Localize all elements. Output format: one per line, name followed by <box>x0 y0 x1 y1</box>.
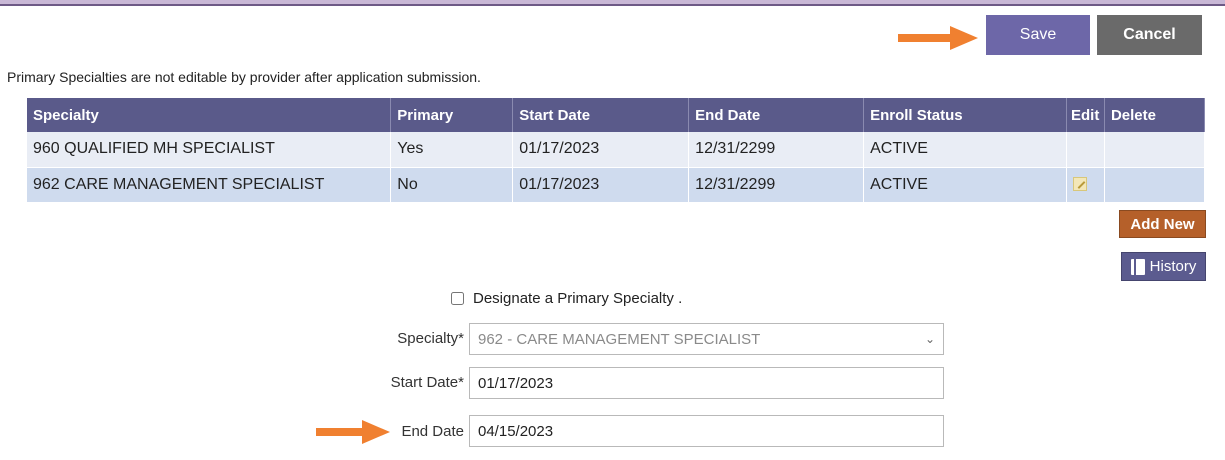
specialty-table: Specialty Primary Start Date End Date En… <box>27 98 1206 203</box>
cell-primary: No <box>390 167 514 203</box>
start-date-label: Start Date* <box>390 374 464 391</box>
cell-edit <box>1066 132 1105 168</box>
column-header-edit: Edit <box>1066 98 1105 132</box>
history-button[interactable]: History <box>1121 252 1206 281</box>
chevron-down-icon: ⌄ <box>924 332 935 346</box>
cell-start-date: 01/17/2023 <box>512 167 690 203</box>
cell-delete <box>1104 132 1206 168</box>
specialty-label: Specialty* <box>397 330 464 347</box>
arrow-right-icon <box>898 26 978 50</box>
cell-start-date: 01/17/2023 <box>512 132 690 168</box>
designate-primary-option[interactable]: Designate a Primary Specialty . <box>451 290 682 307</box>
cell-primary: Yes <box>390 132 514 168</box>
specialty-select-value: 962 - CARE MANAGEMENT SPECIALIST <box>478 330 761 348</box>
table-row: 960 QUALIFIED MH SPECIALIST Yes 01/17/20… <box>27 132 1206 168</box>
column-header-primary: Primary <box>390 98 514 132</box>
column-header-enroll-status: Enroll Status <box>863 98 1067 132</box>
cell-end-date: 12/31/2299 <box>688 132 865 168</box>
column-header-delete: Delete <box>1104 98 1206 132</box>
cell-enroll-status: ACTIVE <box>863 167 1067 203</box>
cell-specialty: 962 CARE MANAGEMENT SPECIALIST <box>27 167 392 203</box>
designate-primary-label: Designate a Primary Specialty . <box>473 290 683 307</box>
top-bar <box>0 0 1225 6</box>
table-row: 962 CARE MANAGEMENT SPECIALIST No 01/17/… <box>27 167 1206 203</box>
cell-delete <box>1104 167 1206 203</box>
end-date-label: End Date <box>401 423 464 440</box>
book-icon <box>1130 258 1145 275</box>
table-header-row: Specialty Primary Start Date End Date En… <box>27 98 1206 132</box>
column-header-start-date: Start Date <box>512 98 690 132</box>
cell-edit <box>1066 167 1105 203</box>
cancel-button[interactable]: Cancel <box>1097 15 1202 55</box>
start-date-input[interactable] <box>469 367 944 399</box>
edit-icon[interactable] <box>1072 177 1087 191</box>
designate-primary-checkbox[interactable] <box>451 292 464 305</box>
notice-text: Primary Specialties are not editable by … <box>7 69 481 85</box>
specialty-select[interactable]: 962 - CARE MANAGEMENT SPECIALIST ⌄ <box>469 323 944 355</box>
column-header-end-date: End Date <box>688 98 865 132</box>
cell-enroll-status: ACTIVE <box>863 132 1067 168</box>
cell-end-date: 12/31/2299 <box>688 167 865 203</box>
cell-specialty: 960 QUALIFIED MH SPECIALIST <box>27 132 392 168</box>
column-header-specialty: Specialty <box>27 98 392 132</box>
history-label: History <box>1149 258 1197 275</box>
save-button[interactable]: Save <box>986 15 1090 55</box>
add-new-button[interactable]: Add New <box>1119 210 1206 238</box>
end-date-input[interactable] <box>469 415 944 447</box>
